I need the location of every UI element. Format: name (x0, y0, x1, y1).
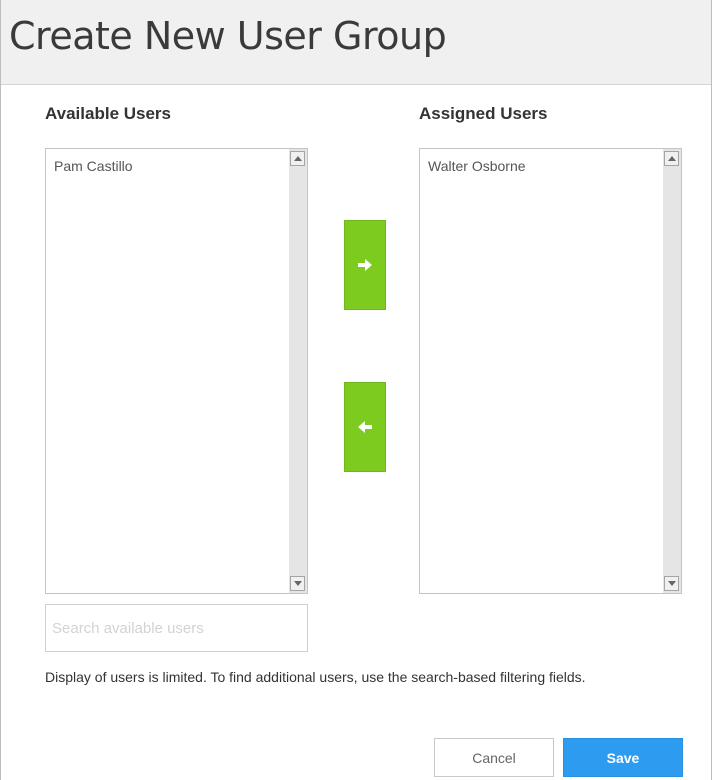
create-user-group-dialog: Create New User Group Available Users Pa… (0, 0, 712, 780)
scroll-up-button[interactable] (290, 151, 305, 166)
scroll-up-button[interactable] (664, 151, 679, 166)
arrow-right-icon (358, 259, 372, 271)
dialog-title: Create New User Group (9, 14, 447, 58)
list-item[interactable]: Pam Castillo (54, 158, 133, 174)
cancel-button[interactable]: Cancel (434, 738, 554, 777)
assigned-users-heading: Assigned Users (419, 104, 548, 123)
assigned-users-scrollbar[interactable] (663, 149, 681, 593)
dialog-header: Create New User Group (1, 0, 711, 85)
search-available-users-input[interactable] (45, 604, 308, 652)
save-button[interactable]: Save (563, 738, 683, 777)
arrow-left-icon (358, 421, 372, 433)
scroll-down-button[interactable] (290, 576, 305, 591)
assigned-users-list[interactable]: Walter Osborne (419, 148, 682, 594)
available-users-scrollbar[interactable] (289, 149, 307, 593)
move-to-available-button[interactable] (344, 382, 386, 472)
move-to-assigned-button[interactable] (344, 220, 386, 310)
available-users-heading: Available Users (45, 104, 171, 123)
scroll-down-button[interactable] (664, 576, 679, 591)
user-limit-note: Display of users is limited. To find add… (45, 669, 586, 685)
available-users-list[interactable]: Pam Castillo (45, 148, 308, 594)
list-item[interactable]: Walter Osborne (428, 158, 526, 174)
